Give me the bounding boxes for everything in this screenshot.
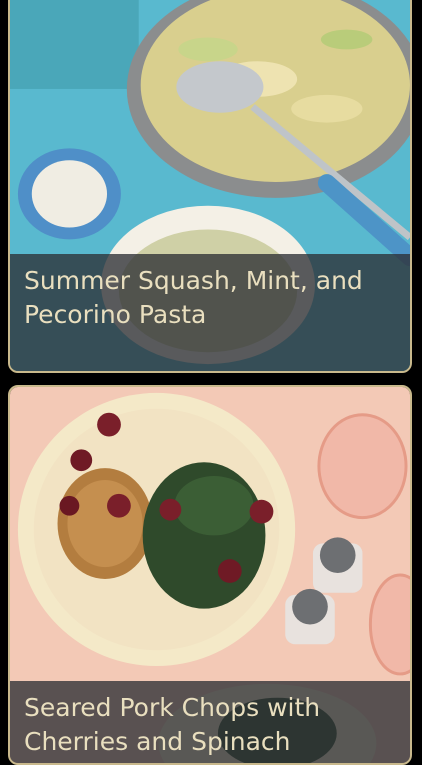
- recipe-card[interactable]: Summer Squash, Mint, and Pecorino Pasta: [8, 0, 412, 373]
- recipe-feed: Summer Squash, Mint, and Pecorino Pasta: [0, 0, 422, 765]
- recipe-caption: Seared Pork Chops with Cherries and Spin…: [10, 681, 410, 763]
- recipe-title: Seared Pork Chops with Cherries and Spin…: [24, 693, 321, 756]
- recipe-card[interactable]: Seared Pork Chops with Cherries and Spin…: [8, 385, 412, 765]
- recipe-title: Summer Squash, Mint, and Pecorino Pasta: [24, 266, 363, 329]
- recipe-caption: Summer Squash, Mint, and Pecorino Pasta: [10, 254, 410, 371]
